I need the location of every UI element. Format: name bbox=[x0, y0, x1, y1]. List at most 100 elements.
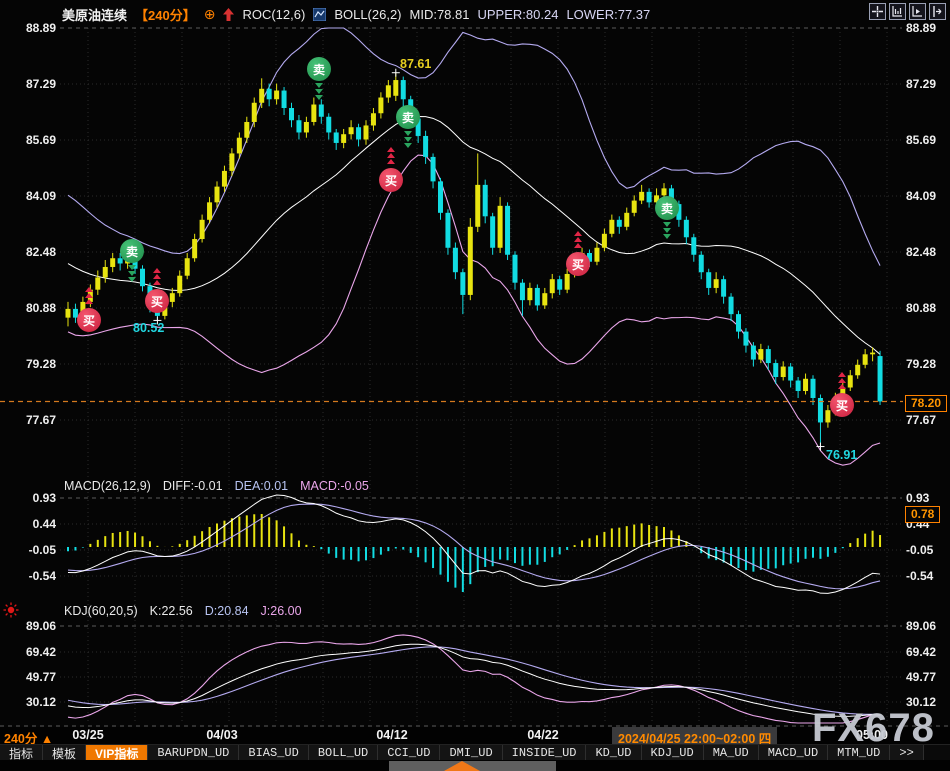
price-axis-label-left: 84.09 bbox=[14, 189, 56, 203]
tab-cci_ud[interactable]: CCI_UD bbox=[378, 745, 440, 761]
buy-signal-marker: 买 bbox=[145, 289, 169, 313]
price-axis-label-left: 85.69 bbox=[14, 133, 56, 147]
price-axis-label-right: 82.48 bbox=[906, 245, 950, 259]
tab-mtm_ud[interactable]: MTM_UD bbox=[828, 745, 890, 761]
macd-axis-label-right: -0.05 bbox=[906, 543, 950, 557]
kdj-j-value: J:26.00 bbox=[261, 604, 302, 618]
sell-arrow-icon bbox=[315, 83, 323, 88]
buy-arrow-icon bbox=[574, 243, 582, 248]
tab-kdj_ud[interactable]: KDJ_UD bbox=[642, 745, 704, 761]
buy-arrow-icon bbox=[574, 237, 582, 242]
macd-title[interactable]: MACD(26,12,9) bbox=[64, 479, 151, 493]
indicator-tab-bar: 指标模板VIP指标BARUPDN_UDBIAS_UDBOLL_UDCCI_UDD… bbox=[0, 744, 950, 761]
axis-play-icon[interactable] bbox=[909, 3, 926, 20]
tab-inside_ud[interactable]: INSIDE_UD bbox=[503, 745, 587, 761]
kdj-title-row: KDJ(60,20,5) K:22.56 D:20.84 J:26.00 bbox=[64, 604, 302, 618]
boll-label[interactable]: BOLL(26,2) bbox=[334, 7, 401, 22]
tab-bias_ud[interactable]: BIAS_UD bbox=[239, 745, 308, 761]
high-price-label: 87.61 bbox=[400, 57, 431, 71]
chart-header: 美原油连续 【240分】 ⊕ ROC(12,6) BOLL(26,2) MID:… bbox=[62, 4, 650, 24]
tab-macd_ud[interactable]: MACD_UD bbox=[759, 745, 828, 761]
sell-arrow-icon bbox=[663, 228, 671, 233]
price-axis-label-right: 77.67 bbox=[906, 413, 950, 427]
sell-arrow-icon bbox=[315, 89, 323, 94]
tab-kd_ud[interactable]: KD_UD bbox=[586, 745, 641, 761]
price-axis-label-left: 79.28 bbox=[14, 357, 56, 371]
price-axis-label-left: 87.29 bbox=[14, 77, 56, 91]
buy-arrow-icon bbox=[153, 274, 161, 279]
tab-barupdn_ud[interactable]: BARUPDN_UD bbox=[148, 745, 239, 761]
kdj-d-value: D:20.84 bbox=[205, 604, 249, 618]
kdj-axis-label-left: 69.42 bbox=[14, 645, 56, 659]
sell-arrow-icon bbox=[404, 137, 412, 142]
time-axis: 240分 ▲ 2024/04/25 22:00~02:00 四 05:00 03… bbox=[0, 727, 950, 744]
boll-mid-value: MID:78.81 bbox=[410, 7, 470, 22]
tab->>[interactable]: >> bbox=[890, 745, 923, 761]
tab-dmi_ud[interactable]: DMI_UD bbox=[440, 745, 502, 761]
kdj-axis-label-right: 49.77 bbox=[906, 670, 950, 684]
sell-signal-marker: 卖 bbox=[396, 105, 420, 129]
buy-arrow-icon bbox=[387, 159, 395, 164]
kdj-k-value: K:22.56 bbox=[150, 604, 193, 618]
tab-boll_ud[interactable]: BOLL_UD bbox=[309, 745, 378, 761]
buy-signal-marker: 买 bbox=[566, 252, 590, 276]
sell-signal-marker: 卖 bbox=[307, 57, 331, 81]
buy-arrow-icon bbox=[153, 268, 161, 273]
scroll-position-arrow-icon[interactable] bbox=[444, 761, 480, 771]
price-axis-label-left: 80.88 bbox=[14, 301, 56, 315]
chart-toolbar bbox=[869, 3, 946, 20]
buy-arrow-icon bbox=[153, 280, 161, 285]
sell-arrow-icon bbox=[663, 234, 671, 239]
sell-arrow-icon bbox=[315, 95, 323, 100]
price-axis-label-left: 82.48 bbox=[14, 245, 56, 259]
horizontal-scrollbar bbox=[0, 760, 950, 771]
pullback-low-label: 80.52 bbox=[133, 321, 164, 335]
tab-item-0[interactable]: 指标 bbox=[0, 745, 43, 761]
period-label[interactable]: 【240分】 bbox=[135, 5, 196, 24]
macd-axis-label-left: -0.05 bbox=[14, 543, 56, 557]
price-axis-label-right: 84.09 bbox=[906, 189, 950, 203]
price-axis-label-right: 79.28 bbox=[906, 357, 950, 371]
buy-arrow-icon bbox=[387, 147, 395, 152]
macd-axis-label-left: -0.54 bbox=[14, 569, 56, 583]
boll-lower-value: LOWER:77.37 bbox=[566, 7, 650, 22]
price-axis-label-right: 88.89 bbox=[906, 21, 950, 35]
buy-arrow-icon bbox=[838, 378, 846, 383]
roc-label[interactable]: ROC(12,6) bbox=[242, 7, 305, 22]
macd-axis-label-left: 0.93 bbox=[14, 491, 56, 505]
sell-arrow-icon bbox=[663, 222, 671, 227]
expand-circle-icon[interactable]: ⊕ bbox=[204, 7, 216, 21]
kdj-axis-label-left: 30.12 bbox=[14, 695, 56, 709]
tab-item-2[interactable]: VIP指标 bbox=[86, 745, 148, 761]
price-axis-label-left: 88.89 bbox=[14, 21, 56, 35]
macd-value-box: 0.78 bbox=[905, 506, 940, 523]
tab-item-1[interactable]: 模板 bbox=[43, 745, 86, 761]
sell-arrow-icon bbox=[128, 265, 136, 270]
macd-dea-value: DEA:0.01 bbox=[235, 479, 289, 493]
crosshair-icon[interactable] bbox=[869, 3, 886, 20]
macd-value: MACD:-0.05 bbox=[300, 479, 369, 493]
trading-app-window: 美原油连续 【240分】 ⊕ ROC(12,6) BOLL(26,2) MID:… bbox=[0, 0, 950, 771]
buy-arrow-icon bbox=[838, 372, 846, 377]
pan-right-icon[interactable] bbox=[929, 3, 946, 20]
buy-signal-marker: 买 bbox=[379, 168, 403, 192]
boll-upper-value: UPPER:80.24 bbox=[478, 7, 559, 22]
chart-canvas[interactable] bbox=[0, 0, 950, 771]
macd-title-row: MACD(26,12,9) DIFF:-0.01 DEA:0.01 MACD:-… bbox=[64, 479, 369, 493]
axis-scale-icon[interactable] bbox=[889, 3, 906, 20]
macd-diff-value: DIFF:-0.01 bbox=[163, 479, 223, 493]
sell-arrow-icon bbox=[128, 277, 136, 282]
sell-signal-marker: 卖 bbox=[120, 239, 144, 263]
kdj-title[interactable]: KDJ(60,20,5) bbox=[64, 604, 138, 618]
tab-ma_ud[interactable]: MA_UD bbox=[704, 745, 759, 761]
price-axis-label-right: 85.69 bbox=[906, 133, 950, 147]
date-label: 04/22 bbox=[513, 728, 573, 742]
kdj-axis-label-left: 89.06 bbox=[14, 619, 56, 633]
buy-arrow-icon bbox=[85, 293, 93, 298]
macd-axis-label-right: 0.93 bbox=[906, 491, 950, 505]
sell-arrow-icon bbox=[404, 131, 412, 136]
date-label: 04/12 bbox=[362, 728, 422, 742]
sell-arrow-icon bbox=[404, 143, 412, 148]
macd-axis-label-left: 0.44 bbox=[14, 517, 56, 531]
buy-arrow-icon bbox=[85, 299, 93, 304]
